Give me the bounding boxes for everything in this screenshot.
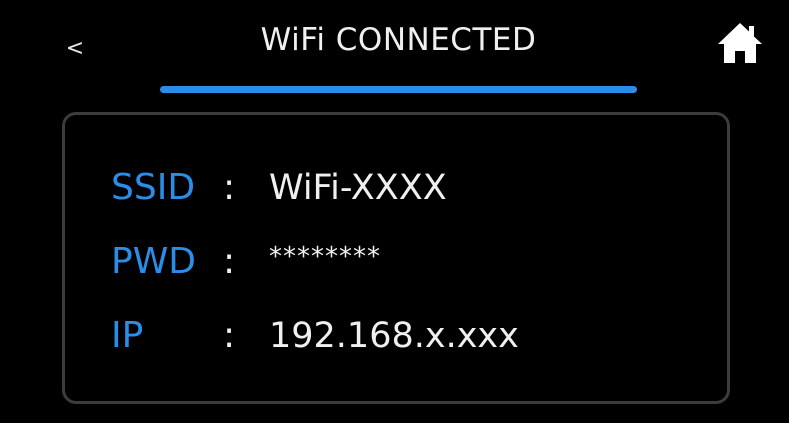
password-separator: : [223,241,236,282]
ssid-row: SSID : WiFi-XXXX [65,163,727,213]
home-button[interactable] [716,20,764,66]
password-label: PWD [111,241,197,282]
ip-label: IP [111,315,144,356]
ssid-separator: : [223,167,236,208]
ip-separator: : [223,315,236,356]
wifi-info-card: SSID : WiFi-XXXX PWD : ******** IP : 192… [62,112,730,404]
ip-row: IP : 192.168.x.xxx [65,311,727,361]
ip-value: 192.168.x.xxx [269,316,519,356]
home-icon [718,23,762,63]
password-value: ******** [269,242,381,272]
page-title: WiFi CONNECTED [260,22,537,58]
back-button[interactable]: < [58,28,92,68]
ssid-label: SSID [111,167,196,208]
ssid-value: WiFi-XXXX [269,168,447,208]
title-underline [160,86,637,93]
header: < WiFi CONNECTED [0,0,789,100]
password-row: PWD : ******** [65,237,727,287]
